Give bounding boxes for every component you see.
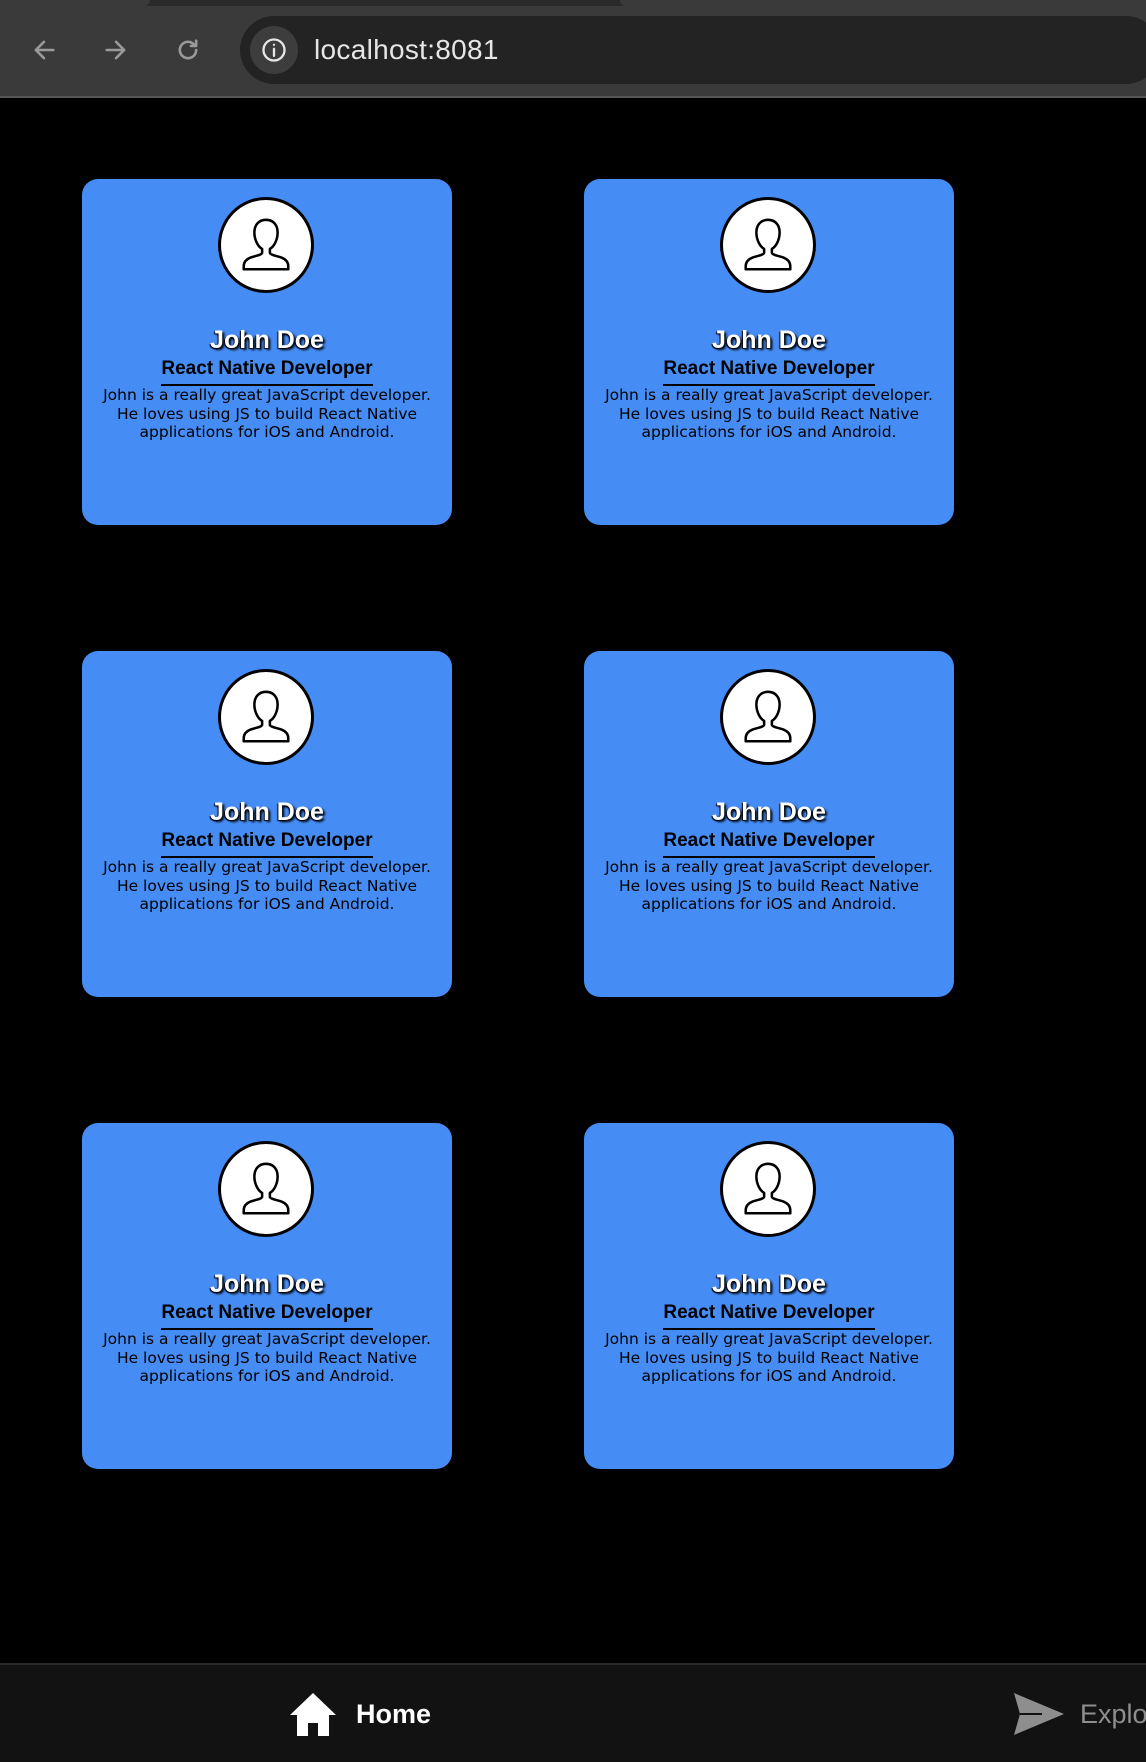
tab-explore-label: Explo xyxy=(1080,1698,1146,1729)
card-role: React Native Developer xyxy=(584,357,954,386)
browser-tab[interactable] xyxy=(0,0,150,6)
home-icon xyxy=(290,1693,336,1736)
forward-button[interactable] xyxy=(96,30,136,70)
profile-card: John Doe React Native Developer John is … xyxy=(584,179,954,525)
card-description: John is a really great JavaScript develo… xyxy=(103,386,431,441)
profile-card: John Doe React Native Developer John is … xyxy=(82,179,452,525)
url-text[interactable]: localhost:8081 xyxy=(314,33,499,67)
reload-icon xyxy=(178,39,198,60)
user-icon xyxy=(242,1162,290,1215)
info-icon xyxy=(262,38,286,62)
card-description: John is a really great JavaScript develo… xyxy=(605,858,933,913)
tab-home[interactable]: Home xyxy=(288,1689,431,1739)
card-role: React Native Developer xyxy=(82,829,452,858)
browser-tab[interactable] xyxy=(620,0,1146,6)
user-icon xyxy=(744,1162,792,1215)
app-content: John Doe React Native Developer John is … xyxy=(0,100,1146,1663)
card-role-text: React Native Developer xyxy=(663,829,875,858)
user-icon xyxy=(744,218,792,271)
card-role: React Native Developer xyxy=(584,1301,954,1330)
back-button[interactable] xyxy=(24,30,64,70)
card-name: John Doe xyxy=(210,798,324,826)
profile-card: John Doe React Native Developer John is … xyxy=(584,651,954,997)
address-bar[interactable]: localhost:8081 xyxy=(240,16,1146,84)
tab-explore[interactable]: Explo xyxy=(1012,1689,1146,1739)
avatar xyxy=(218,197,314,293)
card-role-text: React Native Developer xyxy=(161,829,373,858)
card-role: React Native Developer xyxy=(82,1301,452,1330)
card-name: John Doe xyxy=(712,798,826,826)
profile-card: John Doe React Native Developer John is … xyxy=(82,651,452,997)
card-description: John is a really great JavaScript develo… xyxy=(605,386,933,441)
user-icon xyxy=(744,690,792,743)
card-role-text: React Native Developer xyxy=(663,357,875,386)
site-info-button[interactable] xyxy=(250,26,298,74)
browser-toolbar: localhost:8081 xyxy=(0,0,1146,98)
avatar xyxy=(720,1141,816,1237)
tab-home-label: Home xyxy=(356,1698,432,1729)
card-name: John Doe xyxy=(712,1270,826,1298)
avatar xyxy=(720,197,816,293)
card-role-text: React Native Developer xyxy=(663,1301,875,1330)
card-role-text: React Native Developer xyxy=(161,357,373,386)
card-description: John is a really great JavaScript develo… xyxy=(605,1330,933,1385)
card-role: React Native Developer xyxy=(82,357,452,386)
card-name: John Doe xyxy=(210,326,324,354)
profile-card: John Doe React Native Developer John is … xyxy=(584,1123,954,1469)
card-role-text: React Native Developer xyxy=(161,1301,373,1330)
send-icon xyxy=(1014,1693,1064,1735)
avatar xyxy=(218,1141,314,1237)
card-description: John is a really great JavaScript develo… xyxy=(103,858,431,913)
bottom-tab-bar: Home Explo xyxy=(0,1663,1146,1762)
tab-strip xyxy=(0,0,1146,6)
reload-button[interactable] xyxy=(168,30,208,70)
user-icon xyxy=(242,690,290,743)
card-name: John Doe xyxy=(210,1270,324,1298)
profile-card: John Doe React Native Developer John is … xyxy=(82,1123,452,1469)
arrow-left-icon xyxy=(34,40,55,60)
card-name: John Doe xyxy=(712,326,826,354)
avatar xyxy=(218,669,314,765)
avatar xyxy=(720,669,816,765)
user-icon xyxy=(242,218,290,271)
card-role: React Native Developer xyxy=(584,829,954,858)
arrow-right-icon xyxy=(105,40,126,60)
card-description: John is a really great JavaScript develo… xyxy=(103,1330,431,1385)
